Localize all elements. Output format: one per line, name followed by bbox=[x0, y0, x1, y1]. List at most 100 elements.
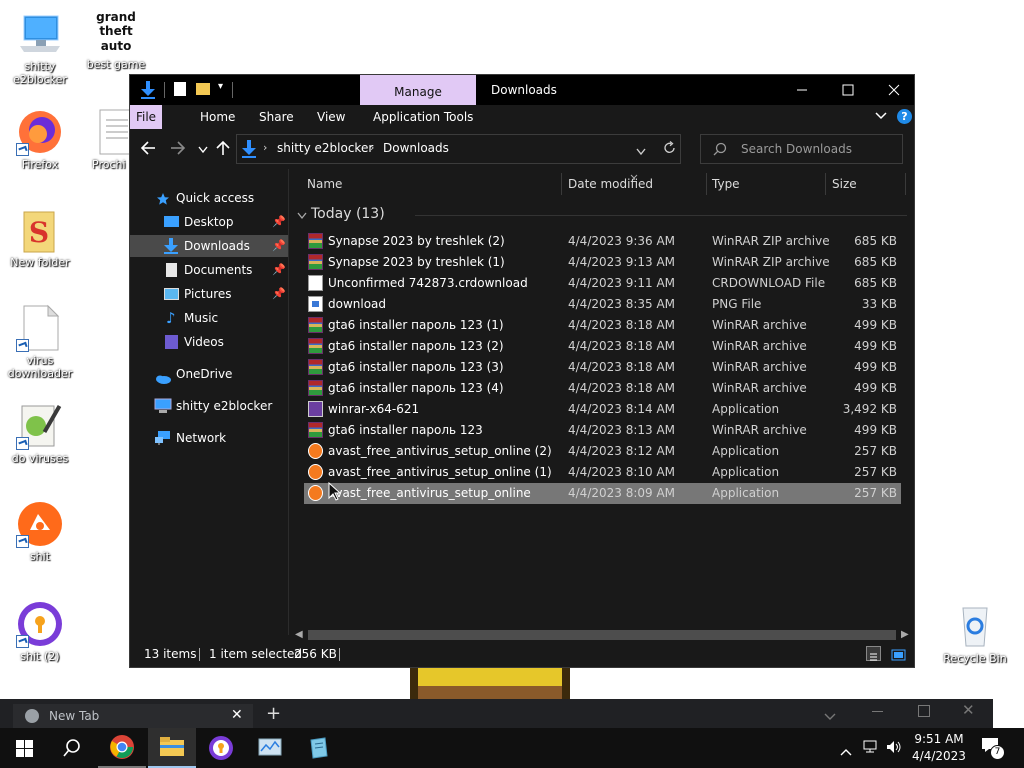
tab-share[interactable]: Share bbox=[247, 105, 306, 129]
file-row[interactable]: winrar-x64-621 4/4/2023 8:14 AM Applicatio… bbox=[304, 399, 901, 420]
desktop-icon-shit-2[interactable]: shit (2) bbox=[0, 600, 80, 663]
refresh-button[interactable] bbox=[663, 141, 677, 158]
expand-ribbon-icon[interactable] bbox=[874, 110, 888, 125]
file-row[interactable]: gta6 installer пароль 123 4/4/2023 8:13 A… bbox=[304, 420, 901, 441]
manage-tab[interactable]: Manage bbox=[360, 75, 476, 105]
pin-icon[interactable]: 📌 bbox=[272, 235, 286, 257]
properties-icon[interactable] bbox=[174, 82, 186, 96]
column-header-type[interactable]: Type bbox=[712, 173, 740, 195]
column-divider[interactable] bbox=[706, 173, 707, 195]
up-button[interactable] bbox=[216, 140, 230, 159]
pin-icon[interactable]: 📌 bbox=[272, 283, 286, 305]
taskbar-notepad[interactable] bbox=[295, 728, 343, 768]
scroll-right-icon[interactable]: ▶ bbox=[901, 629, 909, 640]
desktop-icon-prochi[interactable]: Prochi bbox=[80, 108, 130, 171]
file-row[interactable]: gta6 installer пароль 123 (1) 4/4/2023 8:… bbox=[304, 315, 901, 336]
taskbar-chrome[interactable] bbox=[98, 728, 146, 768]
sidebar-item-pictures[interactable]: Pictures 📌 bbox=[130, 283, 288, 305]
column-header-name[interactable]: Name bbox=[307, 173, 342, 195]
forward-button[interactable] bbox=[170, 141, 186, 158]
sidebar-item-music[interactable]: ♪ Music bbox=[130, 307, 288, 329]
details-view-button[interactable] bbox=[866, 646, 881, 661]
file-row[interactable]: Synapse 2023 by treshlek (1) 4/4/2023 9:1… bbox=[304, 252, 901, 273]
sidebar-item-onedrive[interactable]: OneDrive bbox=[130, 363, 288, 385]
clock[interactable]: 9:51 AM 4/4/2023 bbox=[908, 731, 970, 765]
breadcrumb-separator-icon[interactable]: › bbox=[370, 141, 374, 154]
file-row[interactable]: gta6 installer пароль 123 (3) 4/4/2023 8:… bbox=[304, 357, 901, 378]
collapse-group-icon[interactable] bbox=[297, 209, 307, 223]
taskbar-task-manager[interactable] bbox=[246, 728, 294, 768]
column-header-date-modified[interactable]: Date modified bbox=[568, 173, 653, 195]
file-row[interactable]: avast_free_antivirus_setup_online (2) 4/4… bbox=[304, 441, 901, 462]
close-button[interactable] bbox=[871, 75, 917, 105]
notification-center-button[interactable]: 7 bbox=[981, 737, 1005, 760]
desktop-icon-firefox[interactable]: Firefox bbox=[0, 108, 80, 171]
sidebar-item-videos[interactable]: Videos bbox=[130, 331, 288, 353]
sidebar-item-downloads[interactable]: Downloads 📌 bbox=[130, 235, 288, 257]
column-header-size[interactable]: Size bbox=[832, 173, 857, 195]
network-status-icon[interactable] bbox=[863, 739, 879, 758]
up-arrow-icon bbox=[216, 140, 230, 155]
sidebar-item-quick-access[interactable]: Quick access bbox=[130, 187, 288, 209]
sidebar-item-network[interactable]: Network bbox=[130, 427, 288, 449]
file-row[interactable]: avast_free_antivirus_setup_online 4/4/202… bbox=[304, 483, 901, 504]
scrollbar-thumb[interactable] bbox=[308, 630, 896, 640]
address-bar[interactable]: › shitty e2blocker › Downloads bbox=[236, 134, 681, 164]
desktop-icon-shitty-e2blocker[interactable]: shitty e2blocker bbox=[0, 10, 80, 86]
tab-file[interactable]: File bbox=[130, 105, 162, 129]
downloads-arrow-icon[interactable] bbox=[140, 81, 156, 102]
large-icons-view-button[interactable] bbox=[891, 646, 906, 661]
search-taskbar-button[interactable] bbox=[48, 728, 96, 768]
column-divider[interactable] bbox=[905, 173, 906, 195]
desktop-icon-new-folder[interactable]: S New folder bbox=[0, 206, 80, 269]
chrome-close-button[interactable]: ✕ bbox=[962, 701, 975, 719]
new-folder-icon[interactable] bbox=[196, 83, 210, 95]
search-box[interactable]: Search Downloads bbox=[700, 134, 903, 164]
file-row[interactable]: gta6 installer пароль 123 (2) 4/4/2023 8:… bbox=[304, 336, 901, 357]
chrome-maximize-button[interactable] bbox=[918, 705, 930, 717]
chrome-minimize-button[interactable] bbox=[872, 711, 883, 712]
back-button[interactable] bbox=[140, 141, 156, 158]
desktop-icon-do-viruses[interactable]: do viruses bbox=[0, 402, 80, 465]
file-row[interactable]: Synapse 2023 by treshlek (2) 4/4/2023 9:3… bbox=[304, 231, 901, 252]
close-tab-icon[interactable]: ✕ bbox=[231, 707, 243, 723]
tab-search-icon[interactable] bbox=[824, 706, 836, 725]
new-tab-button[interactable]: + bbox=[266, 703, 281, 724]
tab-view[interactable]: View bbox=[305, 105, 357, 129]
desktop-icon-best-game[interactable]: grand theft auto best game bbox=[76, 8, 156, 71]
help-icon[interactable]: ? bbox=[897, 109, 912, 124]
desktop-icon-shit[interactable]: shit bbox=[0, 500, 80, 563]
group-header-today[interactable]: Today (13) bbox=[295, 205, 907, 225]
address-dropdown-button[interactable] bbox=[636, 145, 646, 159]
file-row[interactable]: download 4/4/2023 8:35 AM PNG File 33 KB bbox=[304, 294, 901, 315]
column-divider[interactable] bbox=[825, 173, 826, 195]
maximize-button[interactable] bbox=[825, 75, 871, 105]
volume-icon[interactable] bbox=[886, 739, 902, 758]
minimize-button[interactable] bbox=[779, 75, 825, 105]
tab-home[interactable]: Home bbox=[188, 105, 247, 129]
tab-application-tools[interactable]: Application Tools bbox=[361, 105, 485, 129]
sidebar-item-this-pc[interactable]: shitty e2blocker bbox=[130, 395, 288, 417]
breadcrumb-downloads[interactable]: Downloads bbox=[383, 141, 449, 155]
file-row[interactable]: avast_free_antivirus_setup_online (1) 4/4… bbox=[304, 462, 901, 483]
search-placeholder: Search Downloads bbox=[741, 142, 852, 156]
chrome-tab-new-tab[interactable]: New Tab ✕ bbox=[13, 704, 253, 729]
start-button[interactable] bbox=[0, 728, 48, 768]
desktop-icon-virus-downloader[interactable]: virus downloader bbox=[0, 304, 80, 380]
file-row[interactable]: Unconfirmed 742873.crdownload 4/4/2023 9:… bbox=[304, 273, 901, 294]
desktop-icon-recycle-bin[interactable]: Recycle Bin bbox=[935, 602, 1015, 665]
breadcrumb-separator-icon[interactable]: › bbox=[263, 141, 267, 154]
show-hidden-icons-button[interactable] bbox=[840, 741, 852, 760]
taskbar-file-explorer[interactable] bbox=[148, 728, 196, 768]
pin-icon[interactable]: 📌 bbox=[272, 211, 286, 233]
taskbar-avast-browser[interactable] bbox=[197, 728, 245, 768]
scroll-left-icon[interactable]: ◀ bbox=[295, 629, 303, 640]
file-row[interactable]: gta6 installer пароль 123 (4) 4/4/2023 8:… bbox=[304, 378, 901, 399]
sidebar-item-documents[interactable]: Documents 📌 bbox=[130, 259, 288, 281]
column-divider[interactable] bbox=[561, 173, 562, 195]
recent-locations-dropdown[interactable] bbox=[198, 143, 208, 157]
pin-icon[interactable]: 📌 bbox=[272, 259, 286, 281]
breadcrumb-shitty-e2blocker[interactable]: shitty e2blocker bbox=[277, 141, 373, 155]
customize-toolbar-icon[interactable]: ▾ bbox=[218, 81, 223, 92]
sidebar-item-desktop[interactable]: Desktop 📌 bbox=[130, 211, 288, 233]
